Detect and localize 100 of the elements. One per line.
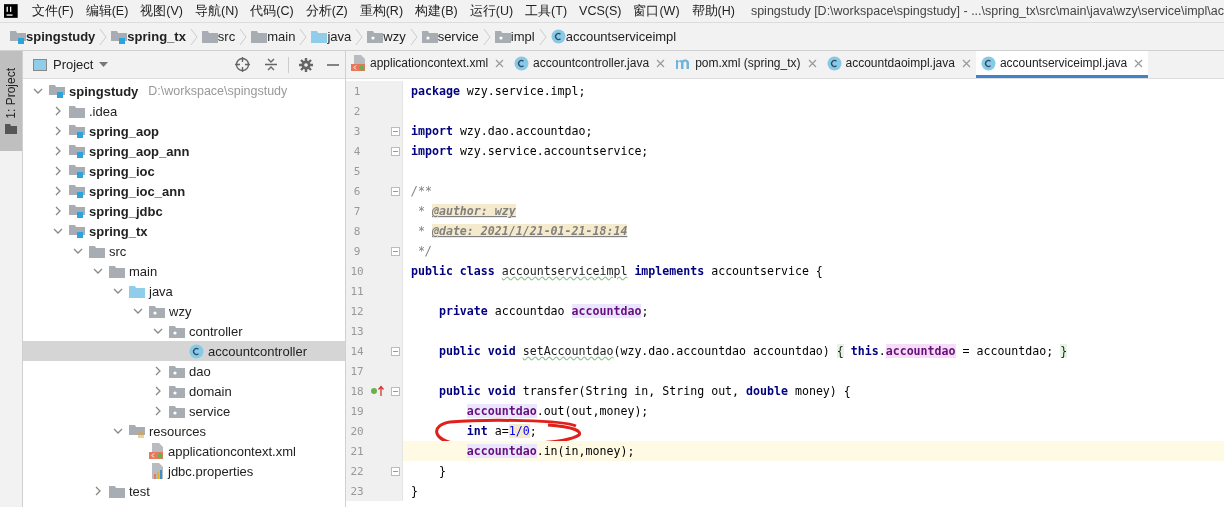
item-label: applicationcontext.xml xyxy=(168,443,296,459)
item-label: wzy xyxy=(169,303,192,319)
breadcrumb-item[interactable]: service xyxy=(437,29,479,44)
code-line: */ xyxy=(417,244,432,258)
tree-item[interactable]: spingstudy D:\workspace\spingstudy xyxy=(23,81,345,101)
item-label: spring_ioc xyxy=(89,163,155,179)
line-number: 9 xyxy=(352,244,362,258)
item-label: spring_aop xyxy=(89,123,160,139)
line-number: 22 xyxy=(349,464,365,478)
tab-label: accountcontroller.java xyxy=(533,56,650,70)
tree-item[interactable]: wzy xyxy=(23,301,345,321)
menu-item[interactable]: 导航(N) xyxy=(189,2,245,20)
tree-item[interactable]: test xyxy=(23,481,345,501)
tree-item[interactable]: dao xyxy=(23,361,345,381)
breadcrumb-item[interactable]: src xyxy=(217,29,236,44)
item-label: spring_aop_ann xyxy=(89,143,190,159)
code-line: accountdao.out(out,money); xyxy=(465,404,649,418)
line-number: 19 xyxy=(349,404,365,418)
item-label: spring_tx xyxy=(89,223,148,239)
item-label: spring_ioc_ann xyxy=(89,183,186,199)
line-number: 17 xyxy=(349,364,365,378)
menu-item[interactable]: 窗口(W) xyxy=(627,2,686,20)
menu-item[interactable]: 工具(T) xyxy=(519,2,574,20)
menu-item[interactable]: 视图(V) xyxy=(134,2,189,20)
code-line: public class accountserviceimpl implements accountservice { xyxy=(410,264,823,278)
tab-label: accountdaoimpl.java xyxy=(845,56,955,70)
line-number: 23 xyxy=(349,484,365,498)
line-number: 20 xyxy=(349,424,365,438)
line-number: 21 xyxy=(349,444,365,458)
item-label: accountcontroller xyxy=(208,343,307,359)
tree-item[interactable]: controller xyxy=(23,321,345,341)
code-line: accountdao.in(in,money); xyxy=(465,444,635,458)
tab-label: pom.xml (spring_tx) xyxy=(695,56,801,70)
editor-tab[interactable]: accountdaoimpl.java xyxy=(821,51,976,78)
code-line: import wzy.service.accountservice; xyxy=(410,144,649,158)
line-number: 10 xyxy=(349,264,365,278)
menu-item[interactable]: 运行(U) xyxy=(463,2,520,20)
tree-item[interactable]: spring_ioc xyxy=(23,161,345,181)
tree-item[interactable]: accountcontroller xyxy=(23,341,345,361)
breadcrumb-item[interactable]: spring_tx xyxy=(127,29,186,44)
code-line: } xyxy=(410,484,418,498)
item-label: dao xyxy=(189,363,211,379)
code-line: int a=1/0; xyxy=(465,424,537,438)
breadcrumb-item[interactable]: accountserviceimpl xyxy=(565,29,677,44)
line-number: 11 xyxy=(349,284,365,298)
line-number: 3 xyxy=(352,124,362,138)
item-label: resources xyxy=(149,423,207,439)
line-number: 18 xyxy=(349,384,365,398)
item-label: controller xyxy=(189,323,243,339)
line-number: 2 xyxy=(352,104,362,118)
line-number: 5 xyxy=(352,164,362,178)
tree-item[interactable]: spring_jdbc xyxy=(23,201,345,221)
tree-item[interactable]: spring_aop xyxy=(23,121,345,141)
tree-item[interactable]: service xyxy=(23,401,345,421)
code-line: import wzy.dao.accountdao; xyxy=(410,124,593,138)
menu-item[interactable]: 分析(Z) xyxy=(299,2,354,20)
code-line: } xyxy=(437,464,446,478)
menu-item[interactable]: 帮助(H) xyxy=(685,2,741,20)
item-label: main xyxy=(129,263,158,279)
tree-item[interactable]: spring_ioc_ann xyxy=(23,181,345,201)
code-line: package wzy.service.impl; xyxy=(410,84,586,98)
code-line: private accountdao accountdao; xyxy=(437,304,649,318)
item-label: spring_jdbc xyxy=(89,203,163,219)
line-number: 12 xyxy=(349,304,365,318)
line-number: 13 xyxy=(349,324,365,338)
breadcrumb-item[interactable]: wzy xyxy=(383,29,406,44)
breadcrumb-item[interactable]: spingstudy xyxy=(26,29,96,44)
tab-label: accountserviceimpl.java xyxy=(999,56,1128,70)
menu-item[interactable]: 重构(R) xyxy=(353,2,410,20)
tab-label: applicationcontext.xml xyxy=(370,56,489,70)
menu-item[interactable]: VCS(S) xyxy=(573,4,628,18)
editor-tab[interactable]: accountcontroller.java xyxy=(509,51,671,78)
item-label: jdbc.properties xyxy=(168,463,254,479)
tree-item[interactable]: main xyxy=(23,261,345,281)
tree-item[interactable]: java xyxy=(23,281,345,301)
tree-item[interactable]: .idea xyxy=(23,101,345,121)
menu-item[interactable]: 文件(F) xyxy=(25,2,80,20)
menu-item[interactable]: 构建(B) xyxy=(409,2,464,20)
line-number: 4 xyxy=(352,144,362,158)
breadcrumb-item[interactable]: main xyxy=(267,29,296,44)
project-tool-tab[interactable]: 1: Project xyxy=(0,51,22,151)
breadcrumb-item[interactable]: java xyxy=(327,29,352,44)
code-line: /** xyxy=(410,184,432,198)
breadcrumb-item[interactable]: impl xyxy=(510,29,535,44)
editor-tab[interactable]: accountserviceimpl.java xyxy=(975,51,1149,78)
tree-item[interactable]: spring_aop_ann xyxy=(23,141,345,161)
editor-tab[interactable]: applicationcontext.xml xyxy=(346,51,510,78)
panel-title[interactable]: Project xyxy=(53,57,94,72)
editor-tab[interactable]: pom.xml (spring_tx) xyxy=(670,51,822,78)
tree-item[interactable]: resources xyxy=(23,421,345,441)
item-label: test xyxy=(129,483,150,499)
tree-item[interactable]: domain xyxy=(23,381,345,401)
menu-item[interactable]: 编辑(E) xyxy=(79,2,135,20)
tree-item[interactable]: applicationcontext.xml xyxy=(23,441,345,461)
tree-item[interactable]: jdbc.properties xyxy=(23,461,345,481)
item-label: domain xyxy=(189,383,232,399)
menu-item[interactable]: 代码(C) xyxy=(244,2,300,20)
tree-item[interactable]: spring_tx xyxy=(23,221,345,241)
code-line: public void transfer(String in, String out, double money) { xyxy=(437,384,851,398)
tree-item[interactable]: src xyxy=(23,241,345,261)
